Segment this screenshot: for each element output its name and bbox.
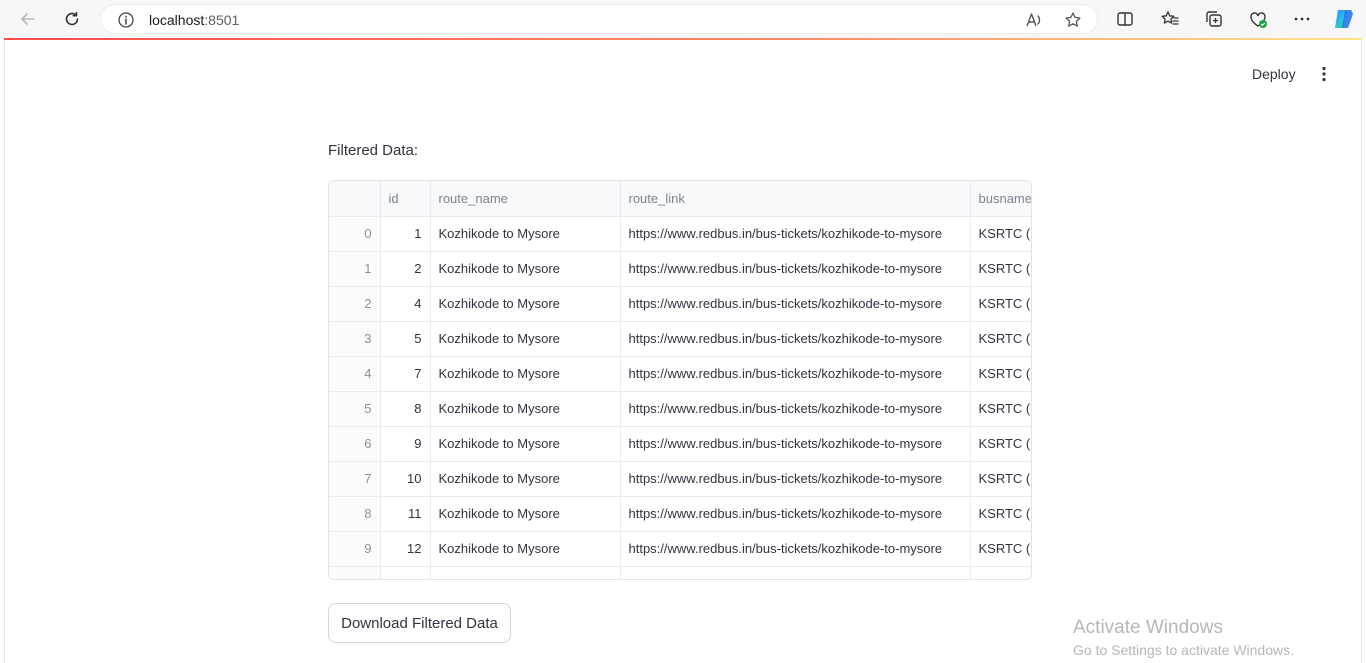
column-header-id[interactable]: id bbox=[380, 181, 431, 217]
column-header-index[interactable] bbox=[329, 181, 381, 217]
id-cell[interactable]: 12 bbox=[380, 531, 431, 567]
back-arrow-icon bbox=[21, 13, 35, 25]
empty-cell bbox=[620, 566, 971, 579]
table-row[interactable]: 2 4 Kozhikode to Mysore https://www.redb… bbox=[329, 286, 1031, 322]
row-index-cell: 9 bbox=[329, 531, 381, 567]
refresh-button[interactable] bbox=[57, 4, 87, 34]
activate-windows-subtitle: Go to Settings to activate Windows. bbox=[1073, 642, 1294, 658]
empty-cell bbox=[380, 566, 431, 579]
table-row[interactable]: 3 5 Kozhikode to Mysore https://www.redb… bbox=[329, 321, 1031, 357]
table-row[interactable]: 8 11 Kozhikode to Mysore https://www.red… bbox=[329, 496, 1031, 532]
row-index-cell: 4 bbox=[329, 356, 381, 392]
address-bar[interactable]: localhost:8501 bbox=[100, 4, 1098, 34]
download-filtered-data-button[interactable]: Download Filtered Data bbox=[328, 603, 511, 643]
table-row[interactable]: 7 10 Kozhikode to Mysore https://www.red… bbox=[329, 461, 1031, 497]
route-name-cell[interactable]: Kozhikode to Mysore bbox=[430, 251, 621, 287]
refresh-icon bbox=[65, 11, 79, 26]
table-row[interactable]: 5 8 Kozhikode to Mysore https://www.redb… bbox=[329, 391, 1031, 427]
id-cell[interactable]: 5 bbox=[380, 321, 431, 357]
filtered-data-label: Filtered Data: bbox=[328, 142, 419, 159]
busname-cell[interactable]: KSRTC (K bbox=[970, 356, 1031, 392]
id-cell[interactable]: 2 bbox=[380, 251, 431, 287]
busname-cell[interactable]: KSRTC (K bbox=[970, 286, 1031, 322]
empty-cell bbox=[430, 566, 621, 579]
route-link-cell[interactable]: https://www.redbus.in/bus-tickets/kozhik… bbox=[620, 321, 971, 357]
route-name-cell[interactable]: Kozhikode to Mysore bbox=[430, 461, 621, 497]
row-index-cell: 1 bbox=[329, 251, 381, 287]
info-icon[interactable] bbox=[117, 11, 135, 29]
table-row[interactable]: 1 2 Kozhikode to Mysore https://www.redb… bbox=[329, 251, 1031, 287]
row-index-cell: 6 bbox=[329, 426, 381, 462]
row-index-cell: 2 bbox=[329, 286, 381, 322]
row-index-cell: 0 bbox=[329, 216, 381, 252]
route-link-cell[interactable]: https://www.redbus.in/bus-tickets/kozhik… bbox=[620, 461, 971, 497]
route-link-cell[interactable]: https://www.redbus.in/bus-tickets/kozhik… bbox=[620, 391, 971, 427]
row-index-cell-empty bbox=[329, 566, 381, 579]
id-cell[interactable]: 1 bbox=[380, 216, 431, 252]
url-port: :8501 bbox=[204, 12, 240, 28]
route-link-cell[interactable]: https://www.redbus.in/bus-tickets/kozhik… bbox=[620, 216, 971, 252]
table-row[interactable]: 6 9 Kozhikode to Mysore https://www.redb… bbox=[329, 426, 1031, 462]
busname-cell[interactable]: KSRTC (K bbox=[970, 531, 1031, 567]
route-name-cell[interactable]: Kozhikode to Mysore bbox=[430, 426, 621, 462]
route-name-cell[interactable]: Kozhikode to Mysore bbox=[430, 286, 621, 322]
column-header-route-link[interactable]: route_link bbox=[620, 181, 971, 217]
busname-cell[interactable]: KSRTC (K bbox=[970, 496, 1031, 532]
dataframe[interactable]: id route_name route_link busname 0 1 Koz… bbox=[328, 180, 1032, 580]
main-menu-button[interactable] bbox=[1313, 62, 1335, 86]
data-table: id route_name route_link busname 0 1 Koz… bbox=[329, 181, 1031, 579]
url-host: localhost bbox=[149, 12, 205, 28]
kebab-menu-icon bbox=[1322, 66, 1326, 82]
table-header-row: id route_name route_link busname bbox=[329, 181, 1031, 217]
table-row-partial bbox=[329, 566, 1031, 579]
table-row[interactable]: 4 7 Kozhikode to Mysore https://www.redb… bbox=[329, 356, 1031, 392]
row-index-cell: 7 bbox=[329, 461, 381, 497]
route-link-cell[interactable]: https://www.redbus.in/bus-tickets/kozhik… bbox=[620, 356, 971, 392]
browser-toolbar: localhost:8501 bbox=[0, 0, 1366, 38]
id-cell[interactable]: 10 bbox=[380, 461, 431, 497]
column-header-route-name[interactable]: route_name bbox=[430, 181, 621, 217]
busname-cell[interactable]: KSRTC (K bbox=[970, 426, 1031, 462]
favorites-icon[interactable] bbox=[1160, 9, 1180, 29]
route-name-cell[interactable]: Kozhikode to Mysore bbox=[430, 391, 621, 427]
id-cell[interactable]: 11 bbox=[380, 496, 431, 532]
activate-windows-title: Activate Windows bbox=[1073, 617, 1223, 638]
split-screen-icon[interactable] bbox=[1115, 9, 1135, 29]
id-cell[interactable]: 9 bbox=[380, 426, 431, 462]
route-name-cell[interactable]: Kozhikode to Mysore bbox=[430, 321, 621, 357]
copilot-icon[interactable] bbox=[1332, 7, 1356, 31]
empty-cell bbox=[970, 566, 1031, 579]
route-link-cell[interactable]: https://www.redbus.in/bus-tickets/kozhik… bbox=[620, 286, 971, 322]
table-row[interactable]: 0 1 Kozhikode to Mysore https://www.redb… bbox=[329, 216, 1031, 252]
busname-cell[interactable]: KSRTC (K bbox=[970, 461, 1031, 497]
route-name-cell[interactable]: Kozhikode to Mysore bbox=[430, 216, 621, 252]
busname-cell[interactable]: KSRTC (K bbox=[970, 321, 1031, 357]
deploy-button[interactable]: Deploy bbox=[1244, 62, 1304, 86]
read-aloud-icon[interactable] bbox=[1025, 11, 1043, 29]
back-button[interactable] bbox=[13, 4, 43, 34]
id-cell[interactable]: 8 bbox=[380, 391, 431, 427]
row-index-cell: 8 bbox=[329, 496, 381, 532]
more-dots-icon[interactable] bbox=[1292, 9, 1312, 29]
route-link-cell[interactable]: https://www.redbus.in/bus-tickets/kozhik… bbox=[620, 531, 971, 567]
column-header-busname[interactable]: busname bbox=[970, 181, 1031, 217]
route-name-cell[interactable]: Kozhikode to Mysore bbox=[430, 356, 621, 392]
id-cell[interactable]: 7 bbox=[380, 356, 431, 392]
collections-icon[interactable] bbox=[1204, 9, 1224, 29]
busname-cell[interactable]: KSRTC (K bbox=[970, 216, 1031, 252]
busname-cell[interactable]: KSRTC (K bbox=[970, 391, 1031, 427]
route-name-cell[interactable]: Kozhikode to Mysore bbox=[430, 531, 621, 567]
route-link-cell[interactable]: https://www.redbus.in/bus-tickets/kozhik… bbox=[620, 426, 971, 462]
favorite-star-icon[interactable] bbox=[1064, 11, 1082, 29]
table-row[interactable]: 9 12 Kozhikode to Mysore https://www.red… bbox=[329, 531, 1031, 567]
row-index-cell: 3 bbox=[329, 321, 381, 357]
busname-cell[interactable]: KSRTC (K bbox=[970, 251, 1031, 287]
route-link-cell[interactable]: https://www.redbus.in/bus-tickets/kozhik… bbox=[620, 251, 971, 287]
route-name-cell[interactable]: Kozhikode to Mysore bbox=[430, 496, 621, 532]
route-link-cell[interactable]: https://www.redbus.in/bus-tickets/kozhik… bbox=[620, 496, 971, 532]
row-index-cell: 5 bbox=[329, 391, 381, 427]
url-text: localhost:8501 bbox=[149, 12, 239, 28]
id-cell[interactable]: 4 bbox=[380, 286, 431, 322]
browser-essentials-icon[interactable] bbox=[1248, 9, 1268, 29]
